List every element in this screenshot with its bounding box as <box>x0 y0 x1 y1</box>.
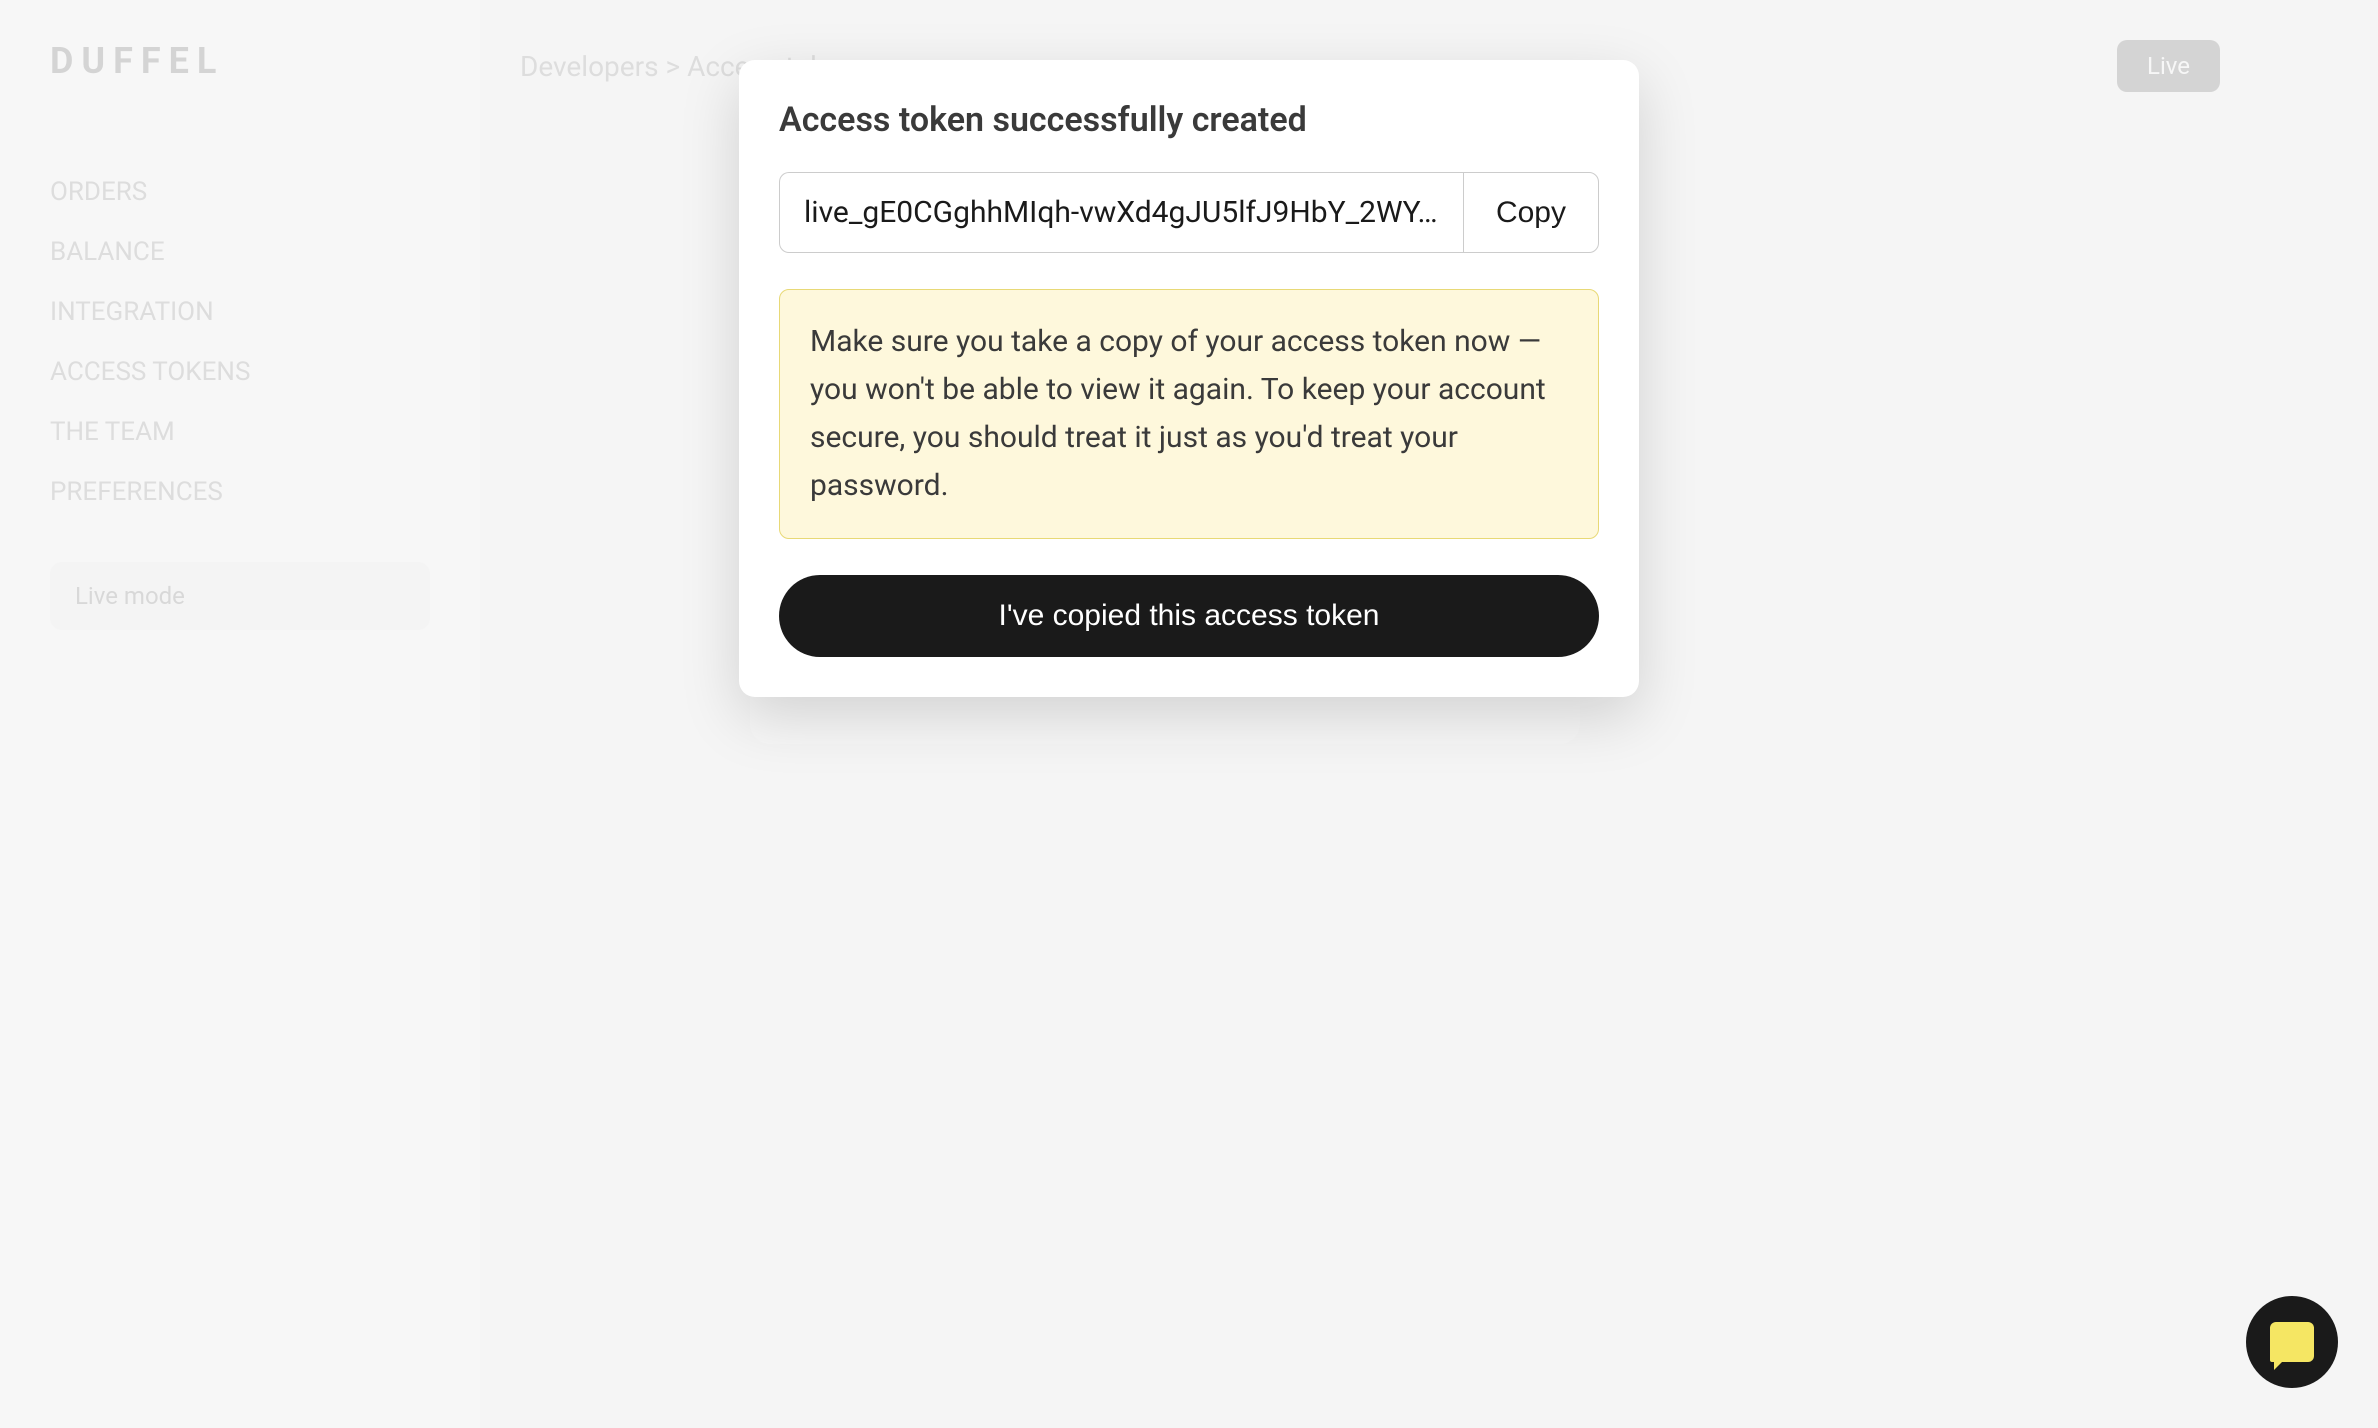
modal-title: Access token successfully created <box>779 100 1599 140</box>
token-value-field[interactable]: live_gE0CGghhMIqh-vwXd4gJU5lfJ9HbY_2WY..… <box>779 172 1463 253</box>
warning-box: Make sure you take a copy of your access… <box>779 289 1599 539</box>
warning-text: Make sure you take a copy of your access… <box>810 318 1568 510</box>
modal-overlay: Access token successfully created live_g… <box>0 0 2378 1428</box>
chat-icon <box>2270 1322 2314 1362</box>
token-created-modal: Access token successfully created live_g… <box>739 60 1639 697</box>
confirm-copied-button[interactable]: I've copied this access token <box>779 575 1599 657</box>
token-row: live_gE0CGghhMIqh-vwXd4gJU5lfJ9HbY_2WY..… <box>779 172 1599 253</box>
chat-support-button[interactable] <box>2246 1296 2338 1388</box>
copy-button[interactable]: Copy <box>1463 172 1599 253</box>
